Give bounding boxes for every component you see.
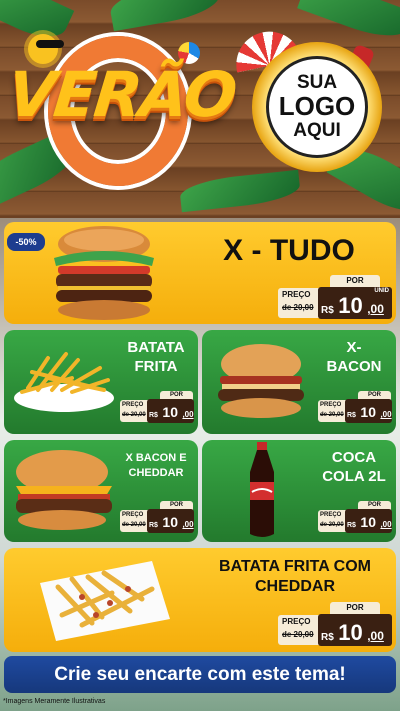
price-preco-label: PREÇO (320, 512, 342, 518)
price-box: R$ 10 ,00 (147, 399, 194, 423)
price-old-value: de 20,00 (282, 303, 314, 312)
product-name-line-2: FRITA (134, 358, 178, 375)
product-name-line-1: BATATA FRITA COM (219, 558, 371, 575)
price-cents: ,00 (182, 410, 194, 419)
price-old-value: de 20,00 (122, 522, 146, 528)
price-old-tab: PREÇO de 20,00 (278, 615, 320, 645)
product-name-line-2: COLA 2L (322, 468, 386, 485)
price-old-value: de 20,00 (320, 412, 344, 418)
price-old-tab: PREÇO de 20,00 (278, 288, 320, 318)
price-currency: R$ (149, 522, 158, 529)
price-currency: R$ (347, 522, 356, 529)
product-name-line-1: X- (346, 339, 362, 356)
product-name-line-2: BACON (326, 358, 382, 375)
product-name-line-1: X BACON E (125, 452, 187, 464)
burger-image (218, 344, 304, 418)
price-box: R$ 10 ,00 (147, 509, 194, 533)
price-preco-label: PREÇO (320, 402, 342, 408)
logo-line-2: LOGO (278, 91, 356, 122)
product-name-line-2: CHEDDAR (255, 578, 335, 595)
price-value: 10 (338, 620, 363, 645)
product-name-line-1: BATATA (127, 339, 185, 356)
logo-badge: SUA LOGO AQUI (252, 42, 382, 172)
price-box: R$ 10 ,00 (345, 399, 392, 423)
price-cents: ,00 (367, 629, 384, 643)
logo-placeholder[interactable]: SUA LOGO AQUI (266, 56, 368, 158)
price-old-tab: PREÇO de 20,00 (120, 400, 150, 422)
logo-line-3: AQUI (293, 119, 341, 141)
price-cents: ,00 (367, 302, 384, 316)
flyer-page: VERÃO SUA LOGO AQUI X - TUDO -50% POR PR… (0, 0, 400, 711)
price-currency: R$ (149, 412, 158, 419)
cheddar-fries-image (40, 561, 170, 641)
price-cents: ,00 (182, 520, 194, 529)
price-currency: R$ (321, 632, 334, 643)
logo-line-1: SUA (296, 72, 338, 94)
price-unit: UNID (374, 288, 389, 294)
price-por-label: POR (330, 275, 380, 287)
price-preco-label: PREÇO (282, 617, 311, 626)
price-cents: ,00 (380, 520, 392, 529)
price-currency: R$ (321, 305, 334, 316)
price-cents: ,00 (380, 410, 392, 419)
price-value: 10 (360, 404, 376, 420)
price-preco-label: PREÇO (122, 402, 144, 408)
price-value: 10 (338, 293, 363, 318)
price-old-tab: PREÇO de 20,00 (120, 510, 150, 532)
price-value: 10 (162, 404, 178, 420)
product-name-line-2: CHEDDAR (128, 467, 184, 479)
product-name: X - TUDO (223, 234, 355, 267)
product-name-line-1: COCA (331, 449, 377, 466)
sunglasses-icon (36, 40, 64, 48)
disclaimer-text: *Imagens Meramente Ilustrativas (3, 698, 106, 705)
cta-banner[interactable]: Crie seu encarte com este tema! (4, 656, 396, 693)
price-old-value: de 20,00 (122, 412, 146, 418)
discount-badge: -50% (7, 233, 45, 251)
price-value: 10 (162, 514, 178, 530)
price-old-value: de 20,00 (282, 630, 314, 639)
price-old-tab: PREÇO de 20,00 (318, 400, 348, 422)
price-old-tab: PREÇO de 20,00 (318, 510, 348, 532)
burger-image (16, 450, 112, 530)
price-box: R$ 10 ,00 (318, 614, 392, 646)
french-fries-image (14, 352, 114, 412)
price-currency: R$ (347, 412, 356, 419)
price-box: R$ 10 ,00 (345, 509, 392, 533)
price-preco-label: PREÇO (282, 290, 311, 299)
price-old-value: de 20,00 (320, 522, 344, 528)
price-value: 10 (360, 514, 376, 530)
soda-bottle-image (250, 442, 274, 537)
price-preco-label: PREÇO (122, 512, 144, 518)
price-por-label: POR (330, 602, 380, 614)
header-title: VERÃO (4, 58, 239, 131)
price-box: R$ 10 ,00 UNID (318, 287, 392, 319)
burger-image (54, 226, 154, 320)
